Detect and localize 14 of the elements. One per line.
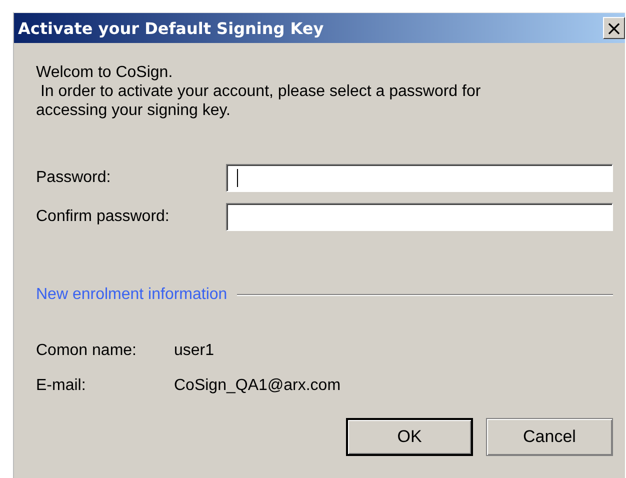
info-value: user1 xyxy=(174,342,214,360)
info-label: E-mail: xyxy=(36,377,87,395)
info-value: CoSign_QA1@arx.com xyxy=(174,377,341,395)
close-button[interactable]: × xyxy=(603,17,625,39)
password-field[interactable] xyxy=(226,164,613,192)
window-title: Activate your Default Signing Key xyxy=(18,18,324,38)
info-label: Comon name: xyxy=(36,342,138,360)
field-label: Password: xyxy=(36,169,112,187)
group-title: New enrolment information xyxy=(36,286,228,304)
dialog-button[interactable]: Cancel xyxy=(486,418,613,456)
welcome-message: Welcom to CoSign. In order to activate your account, please select a password for accessing your signing key. xyxy=(36,63,482,120)
field-label: Confirm password: xyxy=(36,208,170,226)
password-field[interactable] xyxy=(226,203,613,231)
dialog-button[interactable]: OK xyxy=(346,418,473,456)
